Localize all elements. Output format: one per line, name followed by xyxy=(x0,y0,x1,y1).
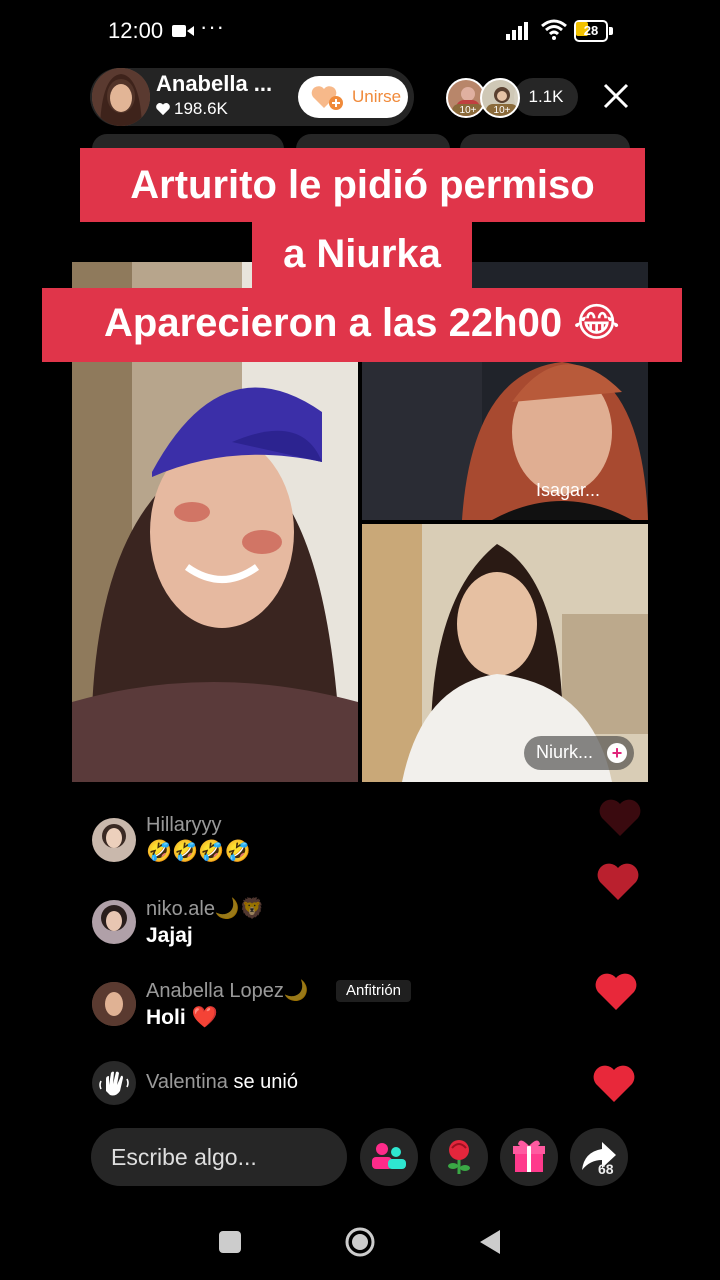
caption-line-2: a Niurka xyxy=(252,220,472,288)
floating-heart-icon xyxy=(595,973,637,1010)
status-time: 12:00 xyxy=(108,18,164,43)
more-notifications-icon: ··· xyxy=(200,14,225,39)
host-avatar[interactable] xyxy=(92,68,150,126)
chat-message: Holi ❤️ xyxy=(146,1006,218,1029)
battery-level: 28 xyxy=(583,23,599,38)
multi-guest-button[interactable] xyxy=(360,1128,418,1186)
rose-gift-button[interactable] xyxy=(430,1128,488,1186)
guest-name-label: Isagar... xyxy=(536,480,601,500)
viewer-badge: 10+ xyxy=(486,104,518,116)
caption-line-1: Arturito le pidió permiso xyxy=(80,148,645,222)
wifi-icon xyxy=(541,19,567,40)
status-bar: 12:00 ··· 28 xyxy=(0,0,720,64)
floating-heart-icon xyxy=(593,1065,635,1102)
video-camera-icon xyxy=(172,25,194,37)
share-arrow-icon xyxy=(582,1142,616,1170)
gift-button[interactable] xyxy=(500,1128,558,1186)
heart-icon xyxy=(156,103,170,116)
caption-line-3: Aparecieron a las 22h00 😂 xyxy=(42,288,682,362)
people-icon xyxy=(372,1143,406,1169)
host-likes-count: 198.6K xyxy=(174,99,228,118)
rose-icon xyxy=(448,1140,470,1174)
floating-heart-icon xyxy=(597,863,639,900)
join-button[interactable]: Unirse xyxy=(298,76,408,118)
host-likes: 198.6K xyxy=(156,99,228,119)
chat-avatar[interactable] xyxy=(92,982,136,1026)
chat-message: Jajaj xyxy=(146,924,193,947)
share-count: 68 xyxy=(598,1161,614,1177)
floating-heart-icon xyxy=(599,799,641,836)
join-event: Valentina se unió xyxy=(146,1071,298,1094)
chat-username[interactable]: niko.ale🌙🦁 xyxy=(146,896,265,921)
join-label: Unirse xyxy=(352,87,402,106)
host-tag-badge: Anfitrión xyxy=(336,980,412,1002)
chat-username[interactable]: Anabella Lopez🌙 xyxy=(146,978,309,1003)
guest-name-label: Niurk... xyxy=(536,742,594,762)
join-event-user: Valentina xyxy=(146,1071,228,1093)
gift-box-icon xyxy=(513,1140,545,1172)
follow-guest-plus-icon[interactable]: + xyxy=(607,743,627,763)
comment-input[interactable]: Escribe algo... xyxy=(91,1128,347,1186)
join-hearts-icon xyxy=(311,86,343,110)
home-icon[interactable] xyxy=(344,1226,376,1258)
chat-message: 🤣🤣🤣🤣 xyxy=(146,840,251,863)
battery-icon: 28 xyxy=(574,20,614,42)
host-name[interactable]: Anabella ... xyxy=(156,71,272,97)
back-icon[interactable] xyxy=(478,1228,502,1256)
chat-username[interactable]: Hillaryyy xyxy=(146,814,222,837)
share-button[interactable] xyxy=(570,1128,628,1186)
viewer-count[interactable]: 1.1K xyxy=(514,78,578,116)
viewer-badge: 10+ xyxy=(452,104,484,116)
wave-hand-icon xyxy=(92,1061,136,1105)
chat-avatar[interactable] xyxy=(92,900,136,944)
recent-apps-icon[interactable] xyxy=(218,1230,242,1254)
cell-signal-icon xyxy=(506,22,528,40)
close-icon[interactable] xyxy=(600,80,632,112)
join-event-text: se unió xyxy=(233,1071,298,1093)
system-nav-bar xyxy=(0,1200,720,1280)
chat-avatar[interactable] xyxy=(92,818,136,862)
